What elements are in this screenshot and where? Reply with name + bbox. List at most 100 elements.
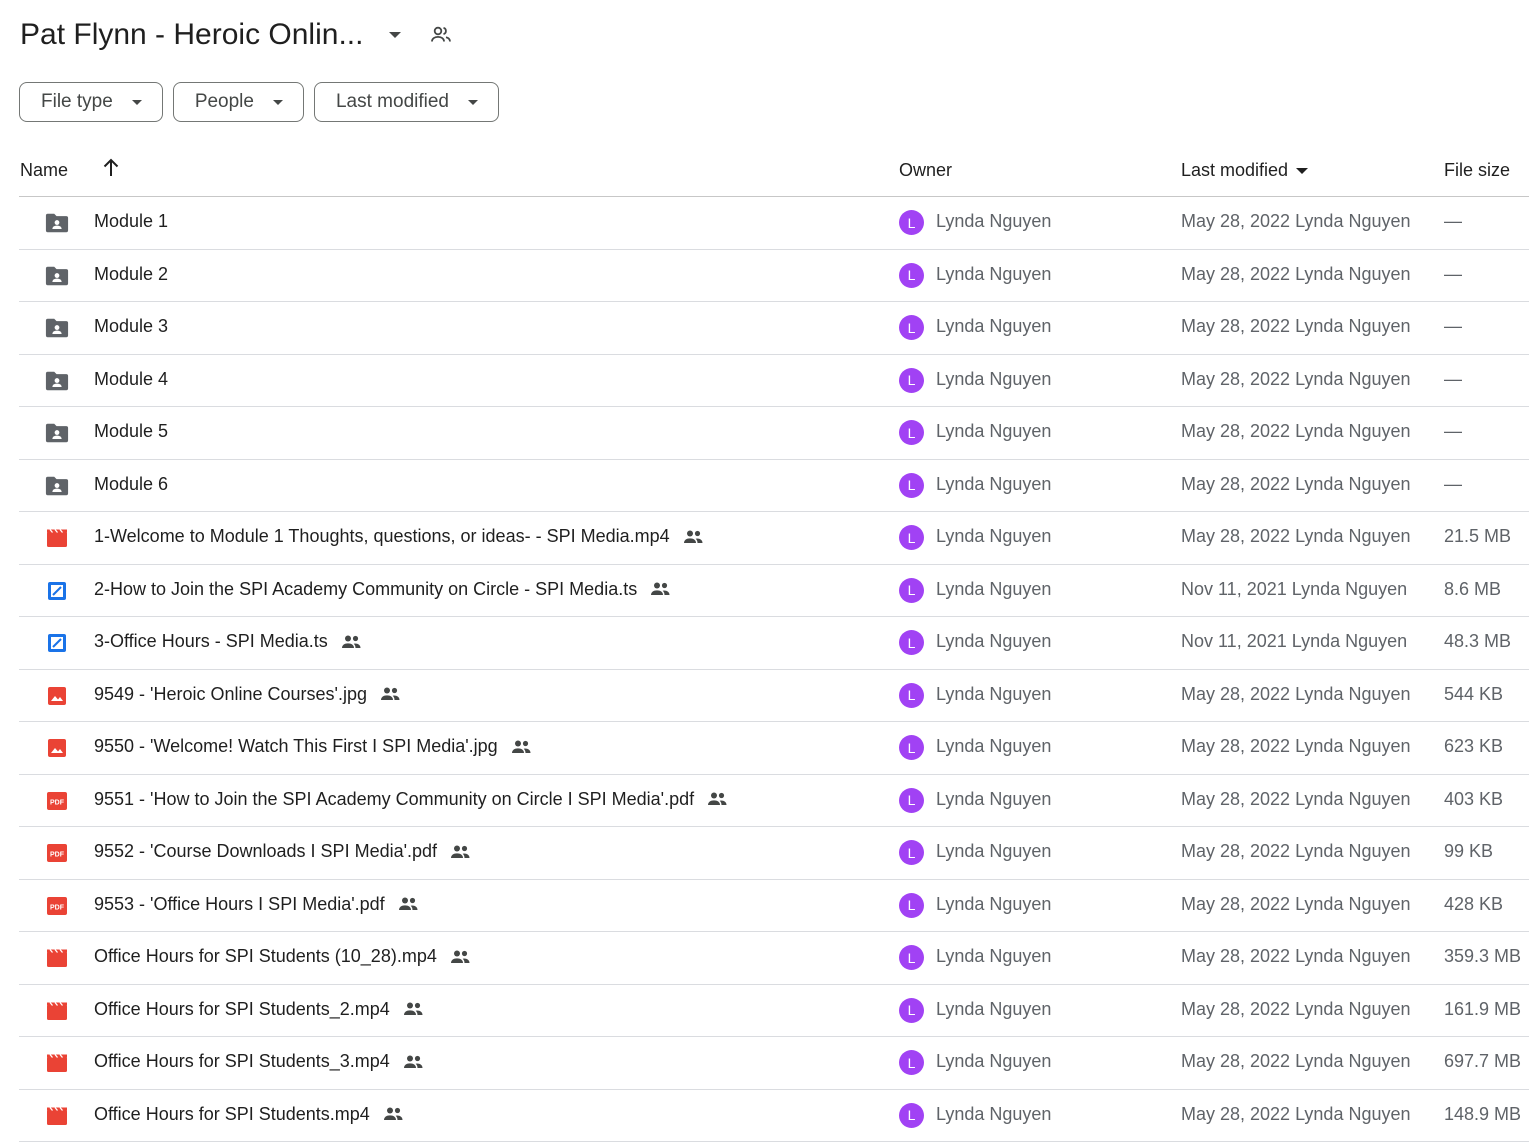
owner-name: Lynda Nguyen [936,1051,1052,1071]
filter-bar: File type People Last modified [19,82,499,122]
table-row[interactable]: Module 6 L Lynda Nguyen May 28, 2022 Lynda … [19,460,1529,512]
avatar: L [899,735,924,760]
table-row[interactable]: 9549 - 'Heroic Online Courses'.jpg L Lynda… [19,670,1529,722]
owner-name: Lynda Nguyen [936,421,1052,441]
last-modified: May 28, 2022 Lynda Nguyen [1181,946,1411,966]
avatar: L [899,630,924,655]
folder-title[interactable]: Pat Flynn - Heroic Onlin... [20,18,363,52]
last-modified: May 28, 2022 Lynda Nguyen [1181,316,1411,336]
column-header-name[interactable]: Name [20,160,68,181]
file-name[interactable]: Office Hours for SPI Students (10_28).mp… [94,946,471,967]
table-row[interactable]: Module 1 L Lynda Nguyen May 28, 2022 Lynda … [19,197,1529,250]
avatar: L [899,997,924,1023]
file-name-text: 9549 - 'Heroic Online Courses'.jpg [94,683,368,704]
shared-folder-icon [45,475,69,497]
file-name[interactable]: 2-How to Join the SPI Academy Community … [94,579,671,600]
file-size: — [1444,316,1462,336]
table-row[interactable]: Office Hours for SPI Students.mp4 L Lynda … [19,1090,1529,1142]
file-name[interactable]: 9551 - 'How to Join the SPI Academy Comm… [94,789,728,810]
last-modified: May 28, 2022 Lynda Nguyen [1181,1103,1411,1124]
page-header: Pat Flynn - Heroic Onlin... [20,14,453,56]
file-name[interactable]: Module 2 [94,264,168,285]
file-name-text: Office Hours for SPI Students_3.mp4 [94,1051,390,1071]
file-name[interactable]: Office Hours for SPI Students_3.mp4 [94,1051,424,1072]
table-row[interactable]: Module 5 L Lynda Nguyen May 28, 2022 Lynda … [19,407,1529,460]
shared-folder-icon [45,212,69,234]
avatar: L [899,577,924,603]
table-row[interactable]: PDF 9551 - 'How to Join the SPI Academy C… [19,775,1529,827]
table-row[interactable]: Office Hours for SPI Students_3.mp4 L Lynd… [19,1037,1529,1090]
shared-people-icon [682,529,704,545]
shared-folder-icon [45,265,69,287]
file-name[interactable]: Module 1 [94,211,168,232]
avatar: L [899,682,924,708]
file-name[interactable]: 3-Office Hours - SPI Media.ts [94,631,362,652]
file-name[interactable]: Module 6 [94,474,168,495]
file-name-text: Module 3 [94,316,169,336]
file-name-text: 9552 - 'Course Downloads I SPI Media'.pd… [94,841,438,861]
column-header-owner[interactable]: Owner [899,160,952,181]
file-name[interactable]: Module 5 [94,421,168,442]
shared-people-icon[interactable] [429,23,453,47]
people-filter[interactable]: People [172,82,304,122]
file-name[interactable]: 9552 - 'Course Downloads I SPI Media'.pd… [94,841,471,862]
file-name[interactable]: 9549 - 'Heroic Online Courses'.jpg [94,684,401,705]
table-row[interactable]: Module 4 L Lynda Nguyen May 28, 2022 Lynda … [19,355,1529,407]
table-row[interactable]: 2-How to Join the SPI Academy Community … [19,565,1529,617]
last-modified: May 28, 2022 Lynda Nguyen [1181,211,1411,231]
table-row[interactable]: Module 3 L Lynda Nguyen May 28, 2022 Lynda … [19,302,1529,355]
shared-people-icon [449,949,471,965]
table-header: Name Owner Last modified File size [19,145,1529,197]
last-modified-filter[interactable]: Last modified [313,82,499,122]
last-modified: May 28, 2022 Lynda Nguyen [1181,473,1411,494]
column-header-last-modified[interactable]: Last modified [1181,160,1309,181]
file-name[interactable]: Module 4 [94,369,168,390]
table-row[interactable]: PDF 9553 - 'Office Hours I SPI Media'.pdf… [19,880,1529,932]
table-row[interactable]: 1-Welcome to Module 1 Thoughts, question… [19,512,1529,565]
last-modified: Nov 11, 2021 Lynda Nguyen [1181,631,1408,651]
file-rows: Module 1 L Lynda Nguyen May 28, 2022 Lynda … [19,197,1529,1142]
table-row[interactable]: Office Hours for SPI Students_2.mp4 L Lynd… [19,985,1529,1037]
chevron-down-icon[interactable] [389,32,402,38]
owner-name: Lynda Nguyen [936,473,1052,494]
file-name[interactable]: 9553 - 'Office Hours I SPI Media'.pdf [94,894,419,915]
last-modified: May 28, 2022 Lynda Nguyen [1181,263,1411,284]
file-name[interactable]: Module 3 [94,316,168,337]
last-modified: May 28, 2022 Lynda Nguyen [1181,788,1411,809]
file-name[interactable]: Office Hours for SPI Students_2.mp4 [94,999,424,1020]
file-name[interactable]: 1-Welcome to Module 1 Thoughts, question… [94,526,704,547]
last-modified: May 28, 2022 Lynda Nguyen [1181,736,1411,756]
filter-label: People [194,91,254,112]
chevron-down-icon [468,99,478,105]
table-row[interactable]: PDF 9552 - 'Course Downloads I SPI Media'… [19,827,1529,880]
svg-text:PDF: PDF [50,852,65,859]
ts-file-icon [45,580,69,602]
image-file-icon [45,737,69,759]
table-row[interactable]: 9550 - 'Welcome! Watch This First I SPI … [19,722,1529,775]
arrow-up-icon[interactable] [101,157,121,184]
chevron-down-icon [131,99,142,105]
file-name-text: 1-Welcome to Module 1 Thoughts, question… [94,526,670,546]
filter-label: Last modified [335,91,449,112]
owner-name: Lynda Nguyen [936,841,1052,861]
file-name-text: Module 6 [94,473,169,494]
file-type-filter[interactable]: File type [19,82,163,122]
file-name-text: Module 1 [94,211,169,231]
table-row[interactable]: Module 2 L Lynda Nguyen May 28, 2022 Lynda … [19,250,1529,302]
file-list: Name Owner Last modified File size Modul… [19,145,1529,1142]
table-row[interactable]: 3-Office Hours - SPI Media.ts L Lynda Nguy… [19,617,1529,670]
file-size: 48.3 MB [1444,631,1512,651]
column-header-last-modified-label: Last modified [1181,160,1289,180]
file-name-text: 9551 - 'How to Join the SPI Academy Comm… [94,788,695,809]
shared-folder-icon [45,370,69,392]
shared-folder-icon [45,422,69,444]
file-size: — [1444,263,1462,284]
table-row[interactable]: Office Hours for SPI Students (10_28).mp… [19,932,1529,985]
column-header-file-size[interactable]: File size [1444,160,1510,181]
owner-name: Lynda Nguyen [936,316,1052,336]
file-name-text: Office Hours for SPI Students (10_28).mp… [94,946,437,966]
file-name[interactable]: 9550 - 'Welcome! Watch This First I SPI … [94,736,532,757]
svg-text:PDF: PDF [50,799,65,806]
owner-name: Lynda Nguyen [936,368,1052,389]
file-name[interactable]: Office Hours for SPI Students.mp4 [94,1104,404,1125]
